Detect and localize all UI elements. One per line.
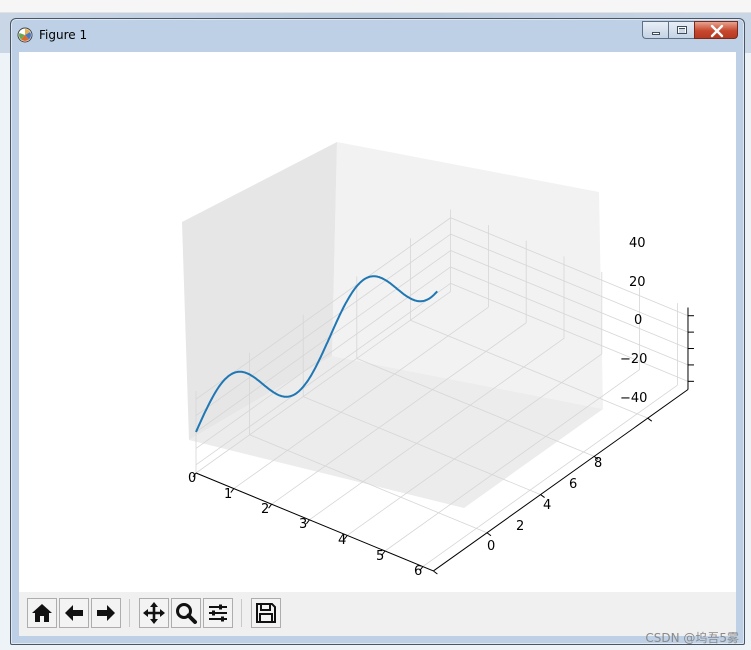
maximize-button[interactable] [668, 21, 694, 39]
x-tick-label: 4 [338, 533, 346, 548]
figure-window: Figure 1 0 1 2 3 4 5 6 0 2 4 6 8 40 20 0… [10, 18, 745, 645]
configure-subplots-button[interactable] [203, 598, 233, 628]
z-tick-label: 0 [634, 313, 642, 328]
pan-button[interactable] [139, 598, 169, 628]
close-button[interactable] [694, 21, 738, 39]
y-tick-label: 8 [594, 456, 602, 471]
window-title: Figure 1 [39, 28, 88, 42]
back-button[interactable] [59, 598, 89, 628]
home-icon [32, 604, 52, 622]
x-tick-label: 6 [414, 564, 422, 579]
x-tick-label: 3 [299, 517, 307, 532]
plot-3d: 0 1 2 3 4 5 6 0 2 4 6 8 40 20 0 −20 −40 [182, 142, 694, 579]
maximize-icon [677, 26, 687, 34]
title-bar[interactable]: Figure 1 [11, 19, 744, 51]
save-button[interactable] [251, 598, 281, 628]
grid-line [647, 417, 653, 422]
z-tick-label: 20 [629, 275, 646, 290]
forward-button[interactable] [91, 598, 121, 628]
caption-buttons [642, 21, 738, 39]
back-arrow-icon [65, 605, 83, 621]
background-top [0, 0, 751, 13]
z-tick-label: −20 [620, 352, 647, 367]
watermark: CSDN @坞吾5雾 [645, 631, 739, 645]
toolbar-separator [129, 599, 130, 627]
zoom-icon [176, 603, 197, 624]
minimize-button[interactable] [642, 21, 668, 39]
y-tick-label: 4 [543, 498, 551, 513]
x-tick-label: 1 [224, 487, 232, 502]
zoom-button[interactable] [171, 598, 201, 628]
configure-subplots-icon [209, 604, 227, 622]
toolbar-separator [241, 599, 242, 627]
x-tick-label: 0 [188, 471, 196, 486]
y-tick-label: 2 [516, 519, 524, 534]
z-tick-label: −40 [620, 391, 647, 406]
grid-line [486, 532, 492, 537]
z-tick-label: 40 [629, 236, 646, 251]
save-icon [256, 603, 276, 623]
x-tick-label: 2 [261, 502, 269, 517]
grid-line [433, 570, 438, 575]
close-icon [710, 24, 724, 38]
figure-canvas[interactable]: 0 1 2 3 4 5 6 0 2 4 6 8 40 20 0 −20 −40 [19, 52, 736, 592]
x-tick-label: 5 [376, 549, 384, 564]
minimize-icon [652, 32, 660, 35]
home-button[interactable] [27, 598, 57, 628]
pan-icon [143, 602, 165, 624]
matplotlib-icon [17, 27, 33, 43]
forward-arrow-icon [97, 605, 115, 621]
y-tick-label: 0 [487, 539, 495, 554]
navigation-toolbar [19, 592, 736, 636]
y-tick-label: 6 [569, 477, 577, 492]
